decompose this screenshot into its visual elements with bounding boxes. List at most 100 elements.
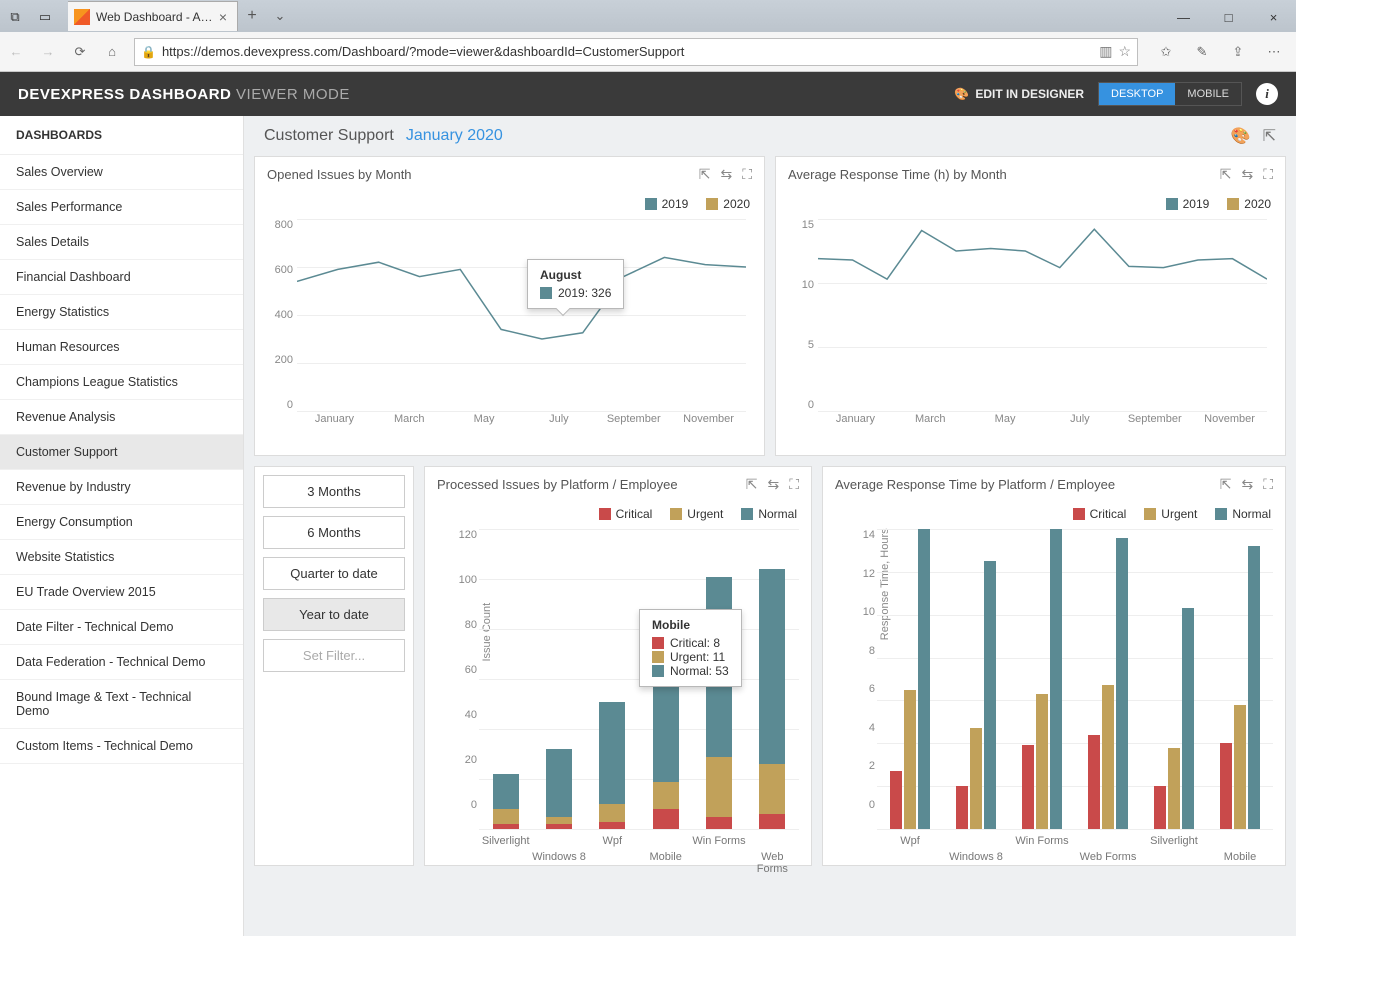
bar-segment[interactable] [493, 824, 519, 829]
bar-segment[interactable] [599, 702, 625, 805]
bar[interactable] [918, 529, 930, 829]
bar-segment[interactable] [493, 774, 519, 809]
sidebar-item[interactable]: Revenue Analysis [0, 400, 243, 435]
info-button[interactable]: i [1256, 83, 1278, 105]
panel-export-icon[interactable]: ⇱ [1220, 166, 1232, 183]
window-minimize-button[interactable]: — [1161, 2, 1206, 32]
edit-in-designer-link[interactable]: 🎨 EDIT IN DESIGNER [954, 87, 1084, 101]
sidebar-item[interactable]: Custom Items - Technical Demo [0, 729, 243, 764]
bar-segment[interactable] [759, 814, 785, 829]
bar[interactable] [1248, 546, 1260, 829]
bar[interactable] [1088, 735, 1100, 829]
mobile-mode-button[interactable]: MOBILE [1175, 83, 1241, 105]
sidebar-item[interactable]: Sales Performance [0, 190, 243, 225]
bar[interactable] [1036, 694, 1048, 829]
sidebar-item[interactable]: Energy Statistics [0, 295, 243, 330]
bar[interactable] [1050, 529, 1062, 829]
sidebar-item[interactable]: Date Filter - Technical Demo [0, 610, 243, 645]
sidebar-item[interactable]: Champions League Statistics [0, 365, 243, 400]
sidebar-item[interactable]: Energy Consumption [0, 505, 243, 540]
sidebar-item[interactable]: Human Resources [0, 330, 243, 365]
bar[interactable] [1116, 538, 1128, 829]
bar-segment[interactable] [706, 757, 732, 817]
bar-segment[interactable] [653, 782, 679, 810]
sidebar-item[interactable]: Website Statistics [0, 540, 243, 575]
panel-processed-issues: Processed Issues by Platform / Employee … [424, 466, 812, 866]
panel-maximize-icon[interactable]: ⛶ [1263, 166, 1273, 183]
bar-segment[interactable] [759, 764, 785, 814]
nav-reload-button[interactable]: ⟳ [64, 36, 96, 68]
reader-icon[interactable]: ▥ [1099, 43, 1112, 60]
desktop-mode-button[interactable]: DESKTOP [1099, 83, 1175, 105]
panel-filter-icon[interactable]: ⇆ [767, 476, 779, 493]
sidebar-item[interactable]: Sales Details [0, 225, 243, 260]
bar[interactable] [1168, 748, 1180, 829]
bar-segment[interactable] [546, 817, 572, 825]
sidebar-item[interactable]: Bound Image & Text - Technical Demo [0, 680, 243, 729]
bar[interactable] [890, 771, 902, 829]
date-filter-option[interactable]: Quarter to date [263, 557, 405, 590]
browser-tab[interactable]: Web Dashboard - ASP.N × [68, 1, 238, 31]
bar[interactable] [1154, 786, 1166, 829]
set-filter-button[interactable]: Set Filter... [263, 639, 405, 672]
date-filter-option[interactable]: Year to date [263, 598, 405, 631]
sidebar-item[interactable]: Data Federation - Technical Demo [0, 645, 243, 680]
bar[interactable] [1102, 685, 1114, 829]
panel-maximize-icon[interactable]: ⛶ [742, 166, 752, 183]
panel-filter-icon[interactable]: ⇆ [1241, 476, 1253, 493]
panel-maximize-icon[interactable]: ⛶ [789, 476, 799, 493]
bar-segment[interactable] [599, 822, 625, 830]
bar-segment[interactable] [653, 809, 679, 829]
bar-segment[interactable] [706, 817, 732, 830]
bar-segment[interactable] [759, 569, 785, 764]
bar-segment[interactable] [546, 749, 572, 817]
fav-star-icon[interactable]: ☆ [1118, 43, 1131, 60]
bar[interactable] [1182, 608, 1194, 829]
sidebar-item[interactable]: Revenue by Industry [0, 470, 243, 505]
window-close-button[interactable]: × [1251, 2, 1296, 32]
tooltip-title: August [540, 268, 611, 282]
legend-swatch-2020 [706, 198, 718, 210]
address-bar[interactable]: 🔒 https://demos.devexpress.com/Dashboard… [134, 38, 1138, 66]
bar-segment[interactable] [546, 824, 572, 829]
sys-cascade-icon[interactable]: ⧉ [0, 2, 30, 32]
panel-export-icon[interactable]: ⇱ [699, 166, 711, 183]
bar[interactable] [984, 561, 996, 829]
nav-back-button[interactable]: ← [0, 36, 32, 68]
sidebar-item[interactable]: Financial Dashboard [0, 260, 243, 295]
bar[interactable] [970, 728, 982, 829]
panel-export-icon[interactable]: ⇱ [746, 476, 758, 493]
bar[interactable] [956, 786, 968, 829]
panel-maximize-icon[interactable]: ⛶ [1263, 476, 1273, 493]
share-icon[interactable]: ⇪ [1222, 36, 1254, 68]
sidebar-item[interactable]: Customer Support [0, 435, 243, 470]
brand-mode: VIEWER MODE [236, 86, 350, 103]
sys-tab-icon[interactable]: ▭ [30, 2, 60, 32]
nav-home-button[interactable]: ⌂ [96, 36, 128, 68]
sidebar-item[interactable]: Sales Overview [0, 155, 243, 190]
panel-filter-icon[interactable]: ⇆ [720, 166, 732, 183]
date-filter-option[interactable]: 3 Months [263, 475, 405, 508]
bar[interactable] [1022, 745, 1034, 829]
bar-segment[interactable] [493, 809, 519, 824]
legend-label: Critical [616, 507, 653, 521]
tab-arrow-icon[interactable]: ⌄ [266, 8, 294, 24]
theme-icon[interactable]: 🎨 [1231, 126, 1251, 146]
new-tab-button[interactable]: + [238, 7, 266, 25]
export-icon[interactable]: ⇱ [1263, 126, 1276, 146]
more-icon[interactable]: ⋯ [1258, 36, 1290, 68]
panel-export-icon[interactable]: ⇱ [1220, 476, 1232, 493]
close-tab-icon[interactable]: × [219, 9, 227, 25]
notes-icon[interactable]: ✎ [1186, 36, 1218, 68]
sidebar-item[interactable]: EU Trade Overview 2015 [0, 575, 243, 610]
window-maximize-button[interactable]: □ [1206, 2, 1251, 32]
panel-filter-icon[interactable]: ⇆ [1241, 166, 1253, 183]
bar[interactable] [904, 690, 916, 829]
bar-segment[interactable] [599, 804, 625, 822]
nav-forward-button[interactable]: → [32, 36, 64, 68]
favorites-icon[interactable]: ✩ [1150, 36, 1182, 68]
bar[interactable] [1234, 705, 1246, 829]
date-filter-option[interactable]: 6 Months [263, 516, 405, 549]
bar[interactable] [1220, 743, 1232, 829]
x-category-label: Web Forms [757, 851, 788, 875]
